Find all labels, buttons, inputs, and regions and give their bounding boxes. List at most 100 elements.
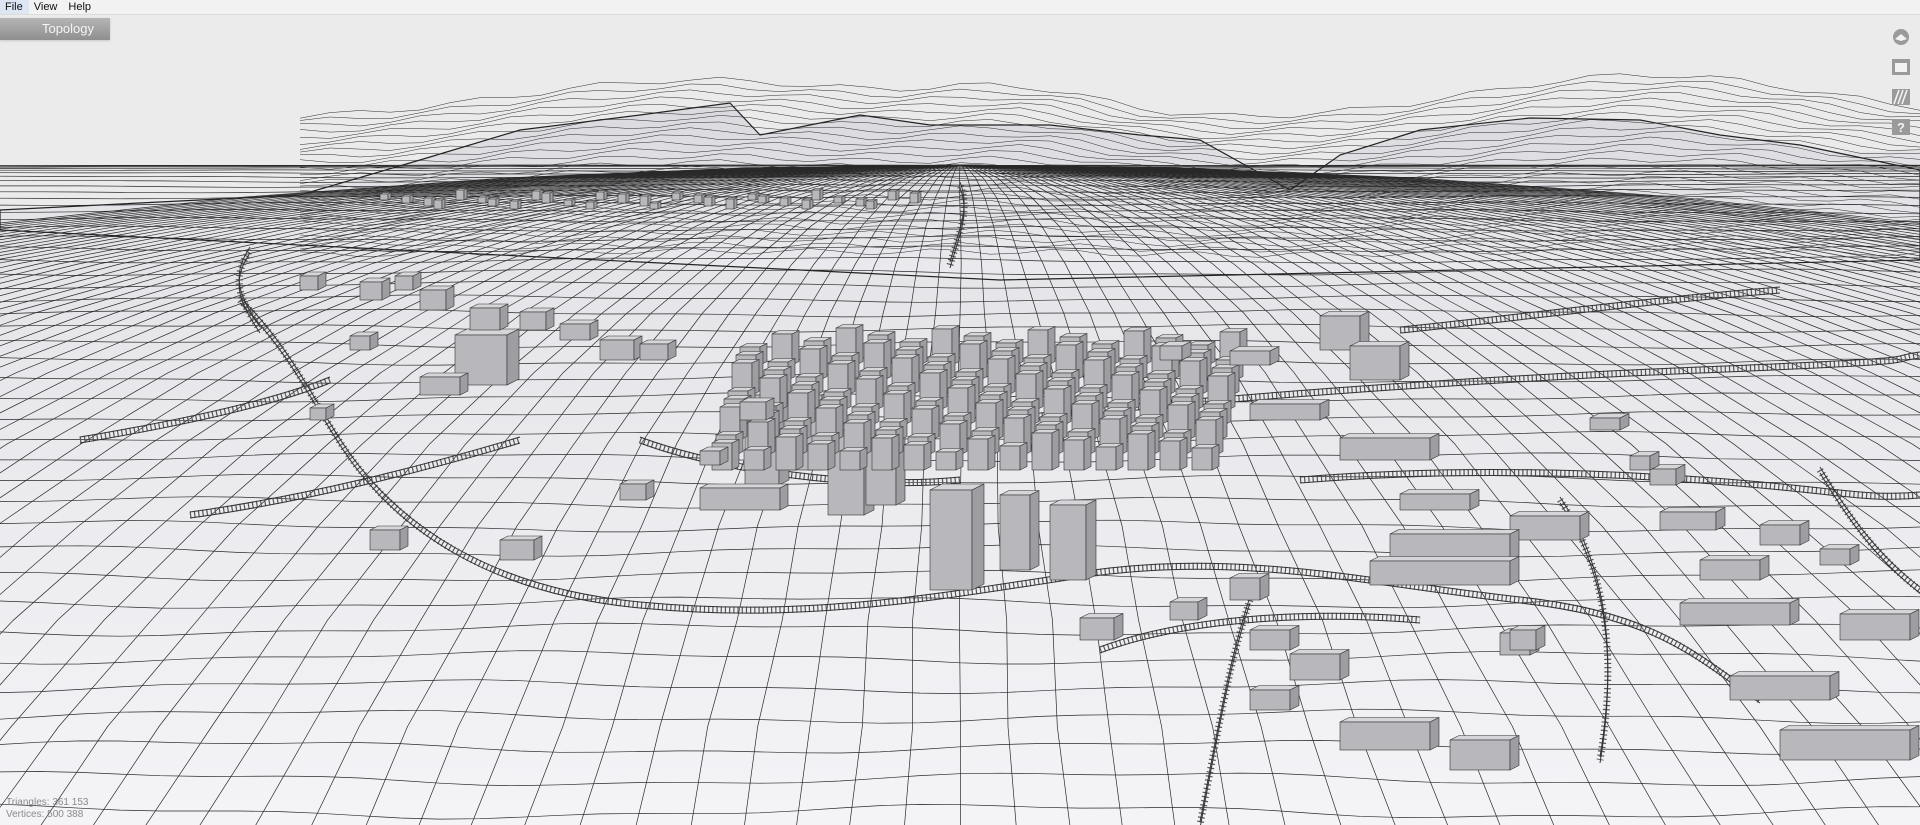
- mesh-stats: Triangles: 361 153 Vertices: 500 388: [6, 797, 88, 821]
- building: [433, 198, 446, 210]
- building: [1369, 556, 1520, 586]
- mountain-contour: [299, 80, 1920, 125]
- building: [775, 433, 804, 471]
- building: [967, 435, 996, 471]
- building: [743, 446, 772, 471]
- building: [1063, 436, 1092, 471]
- building: [1249, 685, 1300, 711]
- menu-help[interactable]: Help: [63, 0, 97, 14]
- building: [871, 434, 900, 471]
- building: [649, 201, 662, 210]
- building: [935, 448, 964, 471]
- building: [1127, 430, 1156, 471]
- building: [833, 195, 846, 204]
- building: [1349, 341, 1410, 381]
- building: [394, 271, 422, 291]
- building: [1159, 437, 1188, 471]
- building: [349, 331, 379, 351]
- box-icon: [1892, 59, 1910, 75]
- building: [1095, 443, 1124, 471]
- building: [559, 319, 599, 341]
- building: [1819, 544, 1860, 566]
- help-icon: ?: [1892, 119, 1910, 135]
- building: [909, 191, 922, 204]
- building: [423, 196, 436, 207]
- svg-text:?: ?: [1897, 120, 1905, 135]
- building: [1389, 529, 1520, 561]
- building: [887, 189, 900, 201]
- building: [639, 339, 677, 361]
- building: [1399, 489, 1480, 511]
- building: [401, 194, 414, 204]
- building: [725, 197, 738, 210]
- building: [419, 285, 455, 311]
- help-button[interactable]: ?: [1890, 116, 1912, 138]
- view-toolbar: ?: [1890, 26, 1912, 138]
- building: [1169, 597, 1208, 621]
- building: [747, 192, 760, 201]
- building: [1159, 341, 1192, 361]
- compass-icon: [1893, 29, 1909, 45]
- hatch-view-button[interactable]: [1890, 86, 1912, 108]
- building: [519, 307, 555, 331]
- building: [1629, 451, 1660, 471]
- building: [379, 192, 392, 201]
- building: [1589, 413, 1630, 431]
- building: [1229, 346, 1280, 366]
- building: [1249, 399, 1330, 421]
- building: [1779, 725, 1920, 761]
- building: [487, 197, 500, 207]
- menu-view[interactable]: View: [29, 0, 64, 14]
- building: [509, 199, 522, 210]
- building: [299, 271, 327, 291]
- building: [699, 483, 789, 511]
- building: [1659, 507, 1726, 531]
- building: [1759, 520, 1810, 546]
- building: [739, 397, 775, 421]
- box-view-button[interactable]: [1890, 56, 1912, 78]
- building: [1289, 649, 1350, 681]
- building: [929, 483, 985, 591]
- hatch-icon: [1892, 89, 1910, 105]
- building: [309, 403, 335, 421]
- building: [1679, 598, 1800, 626]
- building: [757, 194, 770, 204]
- 3d-viewport[interactable]: [0, 0, 1920, 825]
- building: [903, 441, 932, 471]
- building: [477, 195, 490, 204]
- building: [999, 490, 1040, 571]
- building: [595, 190, 608, 201]
- building: [359, 277, 391, 301]
- building: [699, 446, 729, 466]
- building: [599, 335, 643, 361]
- vertex-count: Vertices: 500 388: [6, 809, 84, 820]
- menu-file[interactable]: File: [0, 0, 29, 14]
- building: [811, 188, 824, 201]
- building: [1449, 735, 1520, 771]
- tab-topology[interactable]: Topology: [0, 18, 110, 40]
- building: [1229, 573, 1270, 601]
- building: [499, 535, 543, 561]
- building: [563, 198, 576, 207]
- building: [531, 189, 544, 201]
- compass-button[interactable]: [1890, 26, 1912, 48]
- building: [1839, 609, 1920, 641]
- building: [1031, 429, 1060, 471]
- building: [639, 194, 652, 207]
- building: [801, 198, 814, 210]
- building: [1079, 613, 1124, 641]
- building: [1509, 625, 1546, 651]
- building: [1729, 671, 1840, 701]
- building: [455, 188, 468, 201]
- building: [779, 196, 792, 207]
- building: [1049, 499, 1097, 581]
- building: [1699, 555, 1770, 581]
- building: [855, 197, 868, 207]
- menu-bar: File View Help: [0, 0, 1920, 15]
- building: [839, 447, 868, 471]
- building: [1249, 625, 1300, 651]
- building: [865, 199, 878, 210]
- building: [619, 479, 655, 501]
- building: [1509, 511, 1590, 541]
- building: [585, 200, 598, 210]
